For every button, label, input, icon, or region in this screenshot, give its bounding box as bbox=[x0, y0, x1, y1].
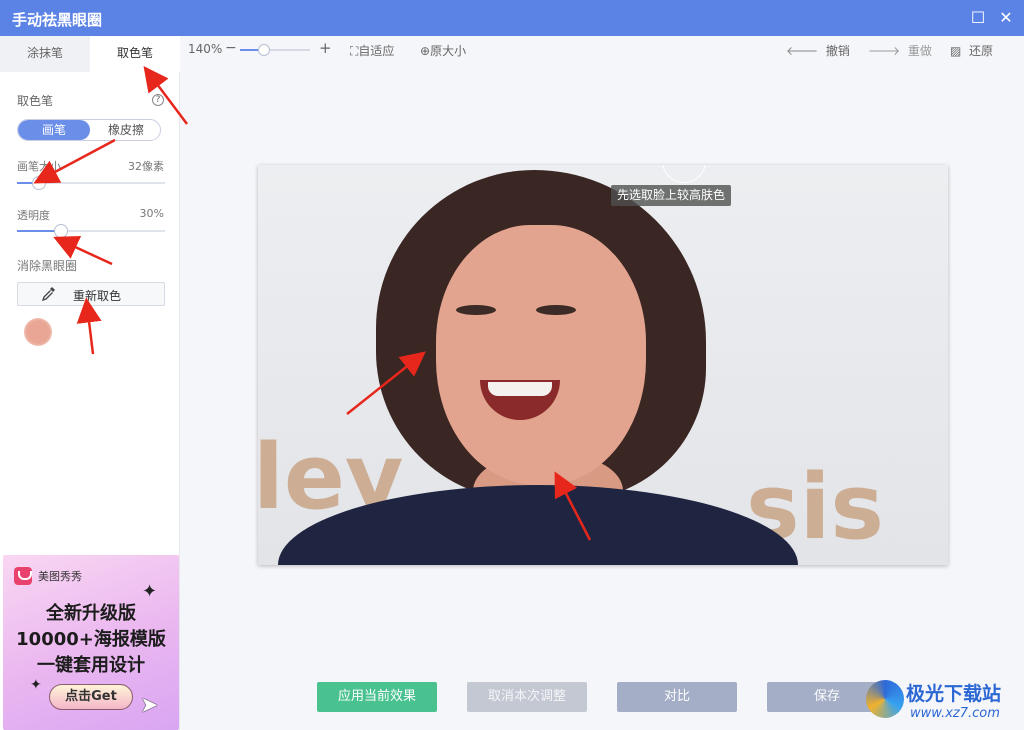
cancel-adjustment-button[interactable]: 取消本次调整 bbox=[467, 682, 587, 712]
restore-label: 还原 bbox=[968, 44, 993, 58]
sidebar: 涂抹笔 取色笔 取色笔 ? 画笔 橡皮擦 画笔大小 32像素 透明度 30% 消… bbox=[0, 36, 180, 730]
picked-color-swatch bbox=[24, 318, 52, 346]
sparkle-icon: ✦ bbox=[30, 677, 42, 693]
undo-arrow-icon: 🡐 bbox=[786, 44, 819, 58]
watermark-url: www.xz7.com bbox=[910, 706, 1000, 721]
portrait-right-eye bbox=[536, 305, 576, 315]
redo-label: 重做 bbox=[907, 44, 932, 58]
brush-size-slider[interactable] bbox=[17, 176, 165, 190]
opacity-slider[interactable] bbox=[17, 224, 165, 238]
portrait-left-eye bbox=[456, 305, 496, 315]
ad-brand: 美图秀秀 bbox=[38, 570, 82, 583]
window-title: 手动祛黑眼圈 bbox=[12, 11, 103, 29]
title-bar: 手动祛黑眼圈 ☐ ✕ bbox=[0, 0, 1024, 36]
restore-button[interactable]: ▨ 还原 bbox=[950, 42, 993, 59]
magnifier-icon: ⊕ bbox=[420, 44, 431, 58]
portrait-teeth bbox=[488, 382, 552, 396]
opacity-value: 30% bbox=[139, 207, 164, 220]
fit-window-label: 自适应 bbox=[358, 44, 395, 58]
mode-brush-button[interactable]: 画笔 bbox=[18, 120, 90, 140]
opacity-label: 透明度 bbox=[17, 209, 50, 222]
fit-window-button[interactable]: ⛶自适应 bbox=[350, 42, 394, 59]
ad-get-button[interactable]: 点击Get bbox=[49, 684, 133, 710]
redo-arrow-icon: 🡒 bbox=[868, 44, 901, 58]
view-toolbar: 140% − + ⛶自适应 ⊕原大小 🡐 撤销 🡒 重做 ▨ 还原 bbox=[180, 36, 1024, 64]
photo-canvas[interactable]: ley sis y 先选取脸上较高肤色 bbox=[258, 165, 948, 565]
opacity-slider-handle[interactable] bbox=[54, 224, 68, 238]
section-title-color-picker: 取色笔 bbox=[17, 94, 54, 108]
ad-banner[interactable]: 美图秀秀 ✦ ✦ 全新升级版 10000+海报模版 一键套用设计 点击Get ➤ bbox=[3, 555, 179, 730]
remove-dark-circles-label: 消除黑眼圈 bbox=[17, 259, 78, 273]
site-watermark: 极光下载站 www.xz7.com bbox=[866, 676, 1024, 730]
brush-size-label: 画笔大小 bbox=[17, 160, 61, 173]
cursor-icon: ➤ bbox=[140, 693, 159, 718]
undo-label: 撤销 bbox=[825, 44, 850, 58]
ad-line-1: 全新升级版 bbox=[46, 603, 136, 624]
compare-button[interactable]: 对比 bbox=[617, 682, 737, 712]
image-icon: ▨ bbox=[950, 44, 962, 58]
ad-line-2: 10000+海报模版 bbox=[16, 629, 166, 650]
redo-button[interactable]: 🡒 重做 bbox=[868, 42, 932, 59]
zoom-slider[interactable] bbox=[240, 44, 310, 56]
watermark-title: 极光下载站 bbox=[906, 683, 1002, 705]
pick-color-tooltip: 先选取脸上较高肤色 bbox=[611, 185, 732, 206]
brush-size-slider-handle[interactable] bbox=[32, 176, 46, 190]
zoom-in-button[interactable]: + bbox=[319, 39, 332, 57]
recolor-button-label: 重新取色 bbox=[73, 289, 122, 303]
mode-eraser-button[interactable]: 橡皮擦 bbox=[90, 120, 160, 140]
original-size-button[interactable]: ⊕原大小 bbox=[420, 42, 466, 59]
help-icon[interactable]: ? bbox=[152, 94, 164, 106]
meitu-logo-icon bbox=[14, 567, 32, 585]
portrait-face bbox=[436, 225, 646, 485]
tool-tabs: 涂抹笔 取色笔 bbox=[0, 36, 180, 72]
watermark-logo-icon bbox=[866, 680, 904, 718]
zoom-out-button[interactable]: − bbox=[225, 40, 237, 56]
maximize-icon[interactable]: ☐ bbox=[968, 8, 988, 28]
ad-line-3: 一键套用设计 bbox=[37, 655, 145, 676]
undo-button[interactable]: 🡐 撤销 bbox=[786, 42, 850, 59]
brush-size-value: 32像素 bbox=[128, 160, 164, 173]
zoom-slider-handle[interactable] bbox=[258, 44, 270, 56]
recolor-button[interactable]: 重新取色 bbox=[17, 282, 165, 306]
eyedropper-icon bbox=[42, 287, 55, 302]
brush-cursor bbox=[662, 165, 706, 183]
close-icon[interactable]: ✕ bbox=[996, 8, 1016, 28]
zoom-level: 140% bbox=[188, 42, 223, 56]
apply-effect-button[interactable]: 应用当前效果 bbox=[317, 682, 437, 712]
tab-color-picker[interactable]: 取色笔 bbox=[90, 36, 180, 72]
original-size-label: 原大小 bbox=[430, 44, 467, 58]
tab-smear-brush[interactable]: 涂抹笔 bbox=[0, 36, 90, 72]
mode-toggle: 画笔 橡皮擦 bbox=[17, 119, 161, 141]
